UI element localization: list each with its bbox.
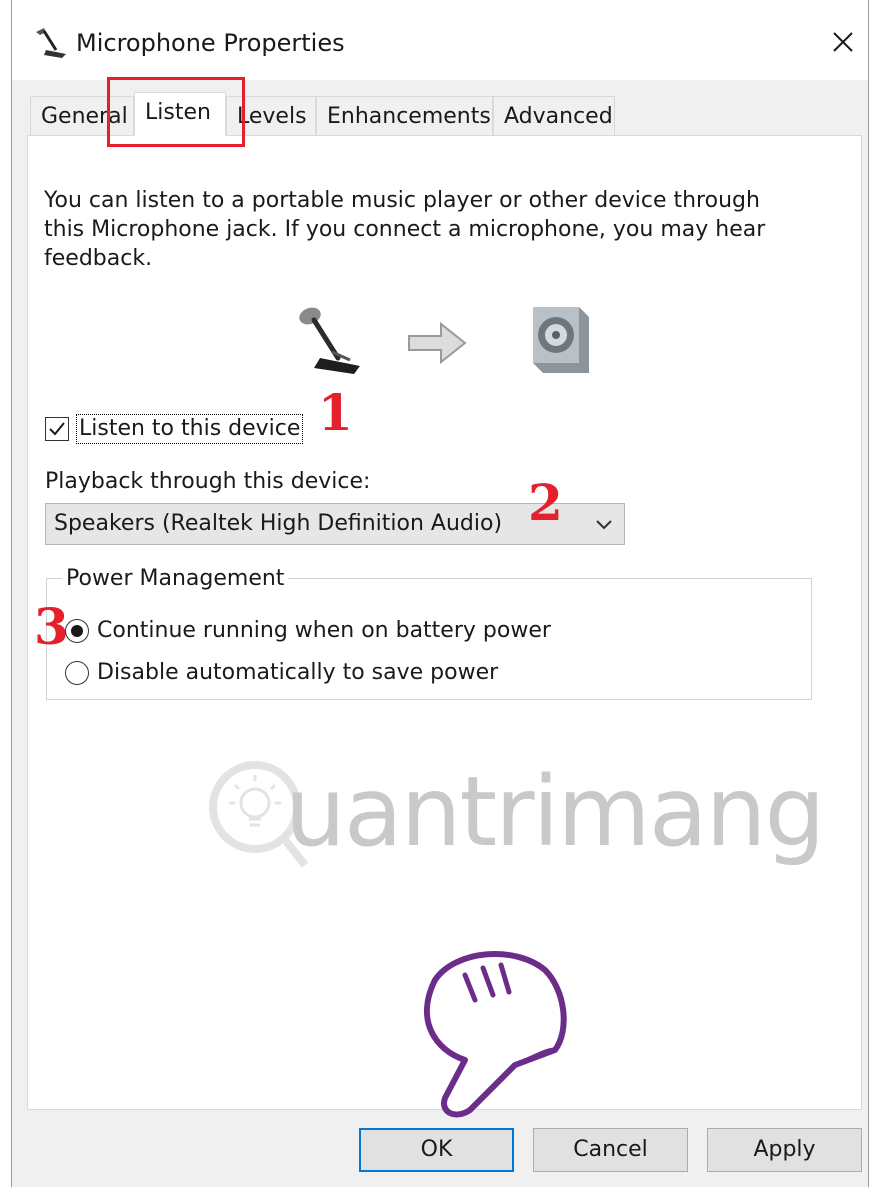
- listen-to-device-checkbox[interactable]: Listen to this device: [45, 414, 304, 444]
- tab-general[interactable]: General: [30, 96, 134, 136]
- radio-continue-running-label: Continue running when on battery power: [97, 618, 551, 643]
- tab-advanced[interactable]: Advanced: [493, 96, 615, 136]
- watermark-text: uantrimang: [285, 756, 825, 868]
- radio-button[interactable]: [65, 661, 89, 685]
- radio-continue-running[interactable]: Continue running when on battery power: [65, 616, 551, 646]
- speaker-icon: [533, 307, 589, 373]
- tab-listen[interactable]: Listen: [134, 92, 226, 136]
- radio-disable-automatically-label: Disable automatically to save power: [97, 660, 499, 685]
- lightbulb-icon: [229, 775, 281, 827]
- power-management-legend: Power Management: [62, 566, 289, 592]
- tab-enhancements[interactable]: Enhancements: [316, 96, 493, 136]
- step-3-annotation: 3: [34, 597, 69, 656]
- radio-selected-dot: [71, 625, 83, 637]
- radio-button[interactable]: [65, 619, 89, 643]
- listen-to-device-label: Listen to this device: [75, 414, 304, 444]
- step-1-annotation: 1: [318, 383, 353, 442]
- cancel-button[interactable]: Cancel: [533, 1128, 688, 1172]
- step-2-annotation: 2: [528, 473, 563, 532]
- checkbox-box[interactable]: [45, 417, 69, 441]
- microphone-icon: [36, 28, 66, 58]
- window-title: Microphone Properties: [76, 29, 345, 57]
- ok-button[interactable]: OK: [359, 1128, 514, 1172]
- tab-levels[interactable]: Levels: [226, 96, 316, 136]
- close-icon: [833, 32, 853, 52]
- playback-device-label: Playback through this device:: [45, 469, 371, 494]
- radio-disable-automatically[interactable]: Disable automatically to save power: [65, 658, 498, 688]
- checkmark-icon: [49, 422, 65, 436]
- close-button[interactable]: [818, 20, 868, 64]
- title-bar: Microphone Properties: [12, 0, 868, 80]
- selected-device: Speakers (Realtek High Definition Audio): [54, 511, 503, 536]
- microphone-icon: [299, 307, 360, 374]
- arrow-right-icon: [408, 321, 467, 365]
- listen-description: You can listen to a portable music playe…: [44, 188, 766, 271]
- apply-button[interactable]: Apply: [707, 1128, 862, 1172]
- chevron-down-icon: [596, 520, 612, 530]
